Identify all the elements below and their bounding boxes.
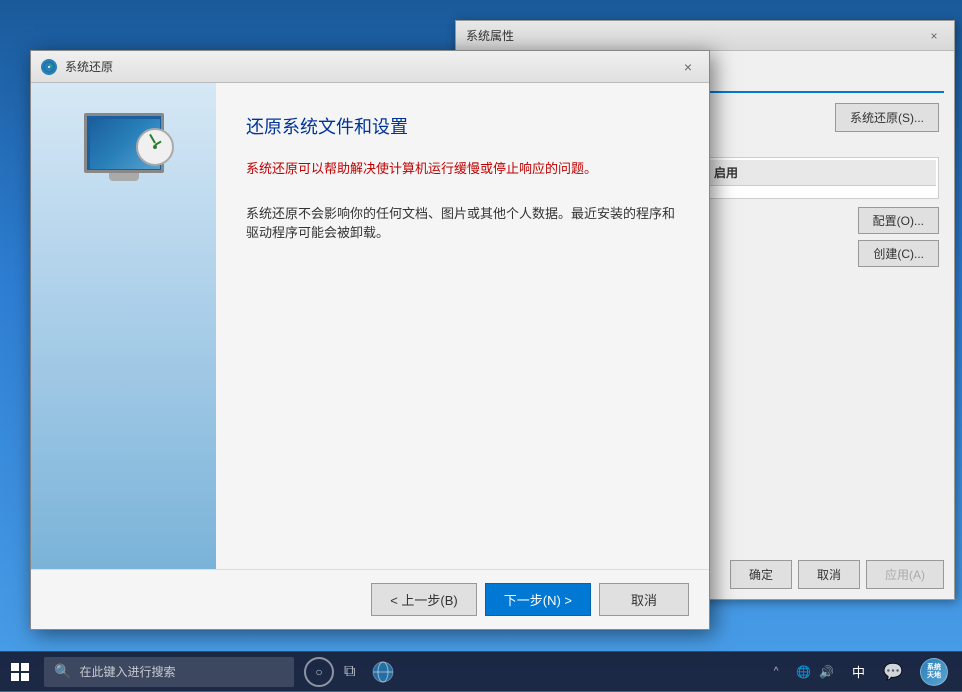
- network-globe-icon: [371, 660, 395, 684]
- action-center-icon: 💬: [883, 662, 903, 682]
- restore-titlebar: 系统还原 ×: [31, 51, 709, 83]
- restore-dialog: 系统还原 × 还原系统文件和设置: [30, 50, 710, 630]
- system-properties-titlebar: 系统属性 ×: [456, 21, 954, 51]
- configure-button[interactable]: 配置(O)...: [858, 207, 939, 234]
- start-button[interactable]: [0, 652, 40, 692]
- ok-button[interactable]: 确定: [730, 560, 792, 589]
- start-icon-br: [21, 673, 29, 681]
- restore-body: 还原系统文件和设置 系统还原可以帮助解决使计算机运行缓慢或停止响应的问题。 系统…: [31, 83, 709, 569]
- start-icon-tl: [11, 663, 19, 671]
- restore-description1: 系统还原可以帮助解决使计算机运行缓慢或停止响应的问题。: [246, 159, 679, 179]
- cortana-button[interactable]: ○: [304, 657, 334, 687]
- search-icon: 🔍: [54, 663, 71, 680]
- clock-icon: [136, 128, 174, 166]
- restore-desc1-highlight: 停止: [493, 161, 519, 176]
- start-icon-tr: [21, 663, 29, 671]
- restore-title-text: 系统还原: [65, 58, 113, 75]
- back-button[interactable]: < 上一步(B): [371, 583, 477, 616]
- start-icon-bl: [11, 673, 19, 681]
- clock-center: [153, 145, 157, 149]
- notification-expand-button[interactable]: ^: [769, 652, 783, 692]
- restore-desc1-part1: 系统还原可以帮助解决使计算机运行缓慢或: [246, 161, 493, 176]
- restore-main: 还原系统文件和设置 系统还原可以帮助解决使计算机运行缓慢或停止响应的问题。 系统…: [216, 83, 709, 569]
- taskbar-search-box[interactable]: 🔍 在此键入进行搜索: [44, 657, 294, 687]
- network-icon[interactable]: 🌐: [796, 665, 811, 679]
- restore-title-left: 系统还原: [41, 58, 113, 75]
- enabled-col-header: 启用: [706, 160, 936, 186]
- taskbar-pinned-apps: ○ ⧉: [304, 654, 401, 690]
- system-properties-footer: 确定 取消 应用(A): [730, 560, 944, 589]
- create-button[interactable]: 创建(C)...: [858, 240, 939, 267]
- windows-logo-icon: [11, 663, 29, 681]
- globe-site-text: 系统天地: [927, 664, 941, 679]
- restore-close-button[interactable]: ×: [677, 56, 699, 78]
- restore-desc1-part2: 响应的问题。: [519, 161, 597, 176]
- system-tray-icons: 🌐 🔊: [788, 665, 842, 679]
- restore-sidebar: [31, 83, 216, 569]
- restore-cancel-button[interactable]: 取消: [599, 583, 689, 616]
- system-restore-button[interactable]: 系统还原(S)...: [835, 103, 939, 132]
- taskbar-right: ^ 🌐 🔊 中 💬 系统天地: [769, 652, 962, 692]
- network-taskbar-app[interactable]: [365, 654, 401, 690]
- volume-icon[interactable]: 🔊: [819, 665, 834, 679]
- restore-description2: 系统还原不会影响你的任何文档、图片或其他个人数据。最近安装的程序和驱动程序可能会…: [246, 204, 679, 243]
- cancel-button[interactable]: 取消: [798, 560, 860, 589]
- search-placeholder-text: 在此键入进行搜索: [79, 663, 175, 680]
- system-properties-title: 系统属性: [466, 27, 514, 44]
- enabled-cell: [706, 188, 936, 196]
- restore-icon-container: [74, 113, 174, 193]
- chevron-up-icon: ^: [774, 666, 779, 677]
- restore-title-icon: [41, 59, 57, 75]
- clock-hour-hand: [149, 134, 156, 144]
- monitor-icon: [74, 113, 174, 193]
- cortana-icon: ○: [315, 665, 322, 679]
- action-center-button[interactable]: 💬: [875, 654, 911, 690]
- restore-heading: 还原系统文件和设置: [246, 113, 679, 139]
- system-properties-close-button[interactable]: ×: [924, 26, 944, 46]
- apply-button[interactable]: 应用(A): [866, 560, 944, 589]
- taskbar: 🔍 在此键入进行搜索 ○ ⧉ ^ 🌐 🔊 中 💬: [0, 651, 962, 691]
- next-button[interactable]: 下一步(N) >: [485, 583, 591, 616]
- task-view-button[interactable]: ⧉: [338, 663, 361, 681]
- language-button[interactable]: 中: [847, 662, 870, 681]
- monitor-stand: [109, 173, 139, 181]
- taskbar-globe-button[interactable]: 系统天地: [916, 654, 952, 690]
- globe-icon: 系统天地: [920, 658, 948, 686]
- task-view-icon: ⧉: [344, 663, 355, 680]
- restore-footer: < 上一步(B) 下一步(N) > 取消: [31, 569, 709, 629]
